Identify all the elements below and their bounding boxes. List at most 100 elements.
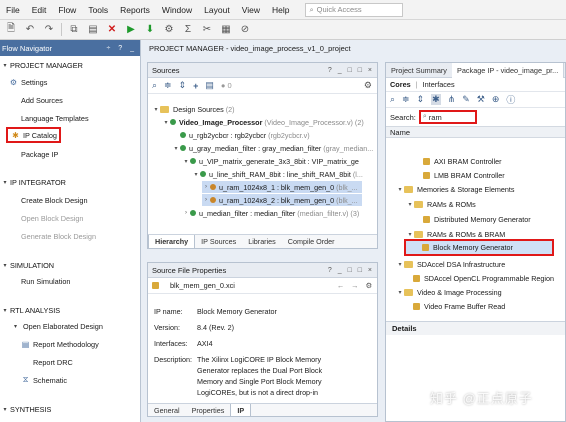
tab-interfaces[interactable]: Interfaces <box>423 80 455 89</box>
add-icon[interactable]: + <box>193 81 198 91</box>
tree-row[interactable]: ▾ u_line_shift_RAM_8bit : line_shift_RAM… <box>192 168 362 180</box>
nav-item-ip-catalog[interactable]: ✱ IP Catalog <box>6 127 61 143</box>
catalog-row[interactable]: ▾ SDAccel DSA Infrastructure <box>396 258 505 270</box>
nav-section-simulation[interactable]: ▾ SIMULATION <box>0 258 141 272</box>
program-icon[interactable]: ⬇ <box>143 23 157 37</box>
nav-item-run-simulation[interactable]: Run Simulation <box>21 274 70 288</box>
new-project-icon[interactable]: 🗎 <box>4 23 18 37</box>
tree-row[interactable]: u_rgb2ycbcr : rgb2ycbcr (rgb2ycbcr.v) <box>180 129 310 141</box>
menu-file[interactable]: File <box>0 0 26 20</box>
cut-icon[interactable]: ✂ <box>200 23 214 37</box>
tree-file: (blk_... <box>336 182 358 192</box>
tab-compile-order[interactable]: Compile Order <box>282 235 341 249</box>
tree-row-design-sources[interactable]: ▾ Design Sources (2) <box>152 103 234 115</box>
catalog-row[interactable]: Distributed Memory Generator <box>423 213 531 225</box>
catalog-row[interactable]: SDAccel OpenCL Programmable Region <box>413 272 554 284</box>
paste-icon[interactable]: ▤ <box>86 23 100 37</box>
tab-ip-sources[interactable]: IP Sources <box>195 235 242 249</box>
nav-item-schematic[interactable]: ⧖ Schematic <box>20 373 67 387</box>
catalog-row[interactable]: Video Frame Buffer Read <box>413 300 505 312</box>
wrench-icon[interactable]: ⚒ <box>477 94 485 105</box>
nav-item-report-methodology[interactable]: ▤ Report Methodology <box>20 337 99 351</box>
tree-row[interactable]: ▾ Video_Image_Processor (Video_Image_Pro… <box>162 116 363 128</box>
expand-all-icon[interactable]: ⇕ <box>417 94 425 105</box>
nav-item-language-templates[interactable]: Language Templates <box>21 111 89 125</box>
details-header[interactable]: Details <box>386 321 565 335</box>
search-icon[interactable]: ⌕ <box>390 94 395 105</box>
nav-item-open-elaborated-design[interactable]: ▾ Open Elaborated Design <box>10 319 103 333</box>
customize-icon[interactable]: ✎ <box>462 94 470 105</box>
catalog-row[interactable]: ▾ Video & Image Processing <box>396 286 501 298</box>
redo-icon[interactable]: ↷ <box>42 23 56 37</box>
sigma-icon[interactable]: Σ <box>181 23 195 37</box>
nav-section-project-manager[interactable]: ▾ PROJECT MANAGER <box>0 58 141 72</box>
delete-icon[interactable]: ✕ <box>105 23 119 37</box>
tab-cores[interactable]: Cores <box>390 80 411 89</box>
tab-ip[interactable]: IP <box>230 403 252 416</box>
tree-row[interactable]: › u_ram_1024x8_1 : blk_mem_gen_0 (blk_..… <box>202 181 362 193</box>
nav-item-settings[interactable]: ⚙ Settings <box>8 75 47 89</box>
nav-section-synthesis[interactable]: ▾ SYNTHESIS <box>0 402 141 416</box>
collapse-all-icon[interactable]: ≑ <box>402 94 410 105</box>
properties-toolbar: blk_mem_gen_0.xci ← → ⚙ <box>148 278 377 294</box>
menu-view[interactable]: View <box>236 0 266 20</box>
quick-access-input[interactable]: ⌕ Quick Access <box>305 2 404 17</box>
gear-icon[interactable]: ⚙ <box>365 281 372 290</box>
catalog-row[interactable]: LMB BRAM Controller <box>423 169 505 181</box>
menu-flow[interactable]: Flow <box>52 0 82 20</box>
menu-help[interactable]: Help <box>266 0 295 20</box>
nav-item-open-block-design[interactable]: Open Block Design <box>21 211 83 225</box>
catalog-row-label: Video Frame Buffer Read <box>424 301 506 311</box>
menu-window[interactable]: Window <box>156 0 198 20</box>
menu-reports[interactable]: Reports <box>114 0 156 20</box>
nav-item-generate-block-design[interactable]: Generate Block Design <box>21 229 96 243</box>
nav-item-add-sources[interactable]: Add Sources <box>21 93 63 107</box>
tree-row[interactable]: › u_median_filter : median_filter (media… <box>182 207 359 219</box>
tab-properties[interactable]: Properties <box>186 404 231 417</box>
panel-controls[interactable]: ? _ □ □ × <box>328 67 377 74</box>
name-column-header[interactable]: Name <box>386 126 565 138</box>
info-icon[interactable]: ⓘ <box>506 93 515 106</box>
document-icon[interactable]: ▤ <box>205 80 214 91</box>
tree-row[interactable]: › u_ram_1024x8_2 : blk_mem_gen_0 (blk_..… <box>202 194 362 206</box>
tab-hierarchy[interactable]: Hierarchy <box>148 234 196 248</box>
connect-icon[interactable]: ⋔ <box>448 94 456 105</box>
panel-controls[interactable]: ÷ ? _ <box>106 45 140 52</box>
layout-icon[interactable]: ▦ <box>219 23 233 37</box>
tab-libraries[interactable]: Libraries <box>242 235 282 249</box>
menu-tools[interactable]: Tools <box>82 0 114 20</box>
repository-icon[interactable]: ⊕ <box>492 94 500 105</box>
nav-item-label: Settings <box>21 77 48 87</box>
menu-layout[interactable]: Layout <box>198 0 236 20</box>
nav-item-report-drc[interactable]: Report DRC <box>33 355 73 369</box>
search-input[interactable]: ⌕ ram <box>418 110 477 124</box>
settings-icon[interactable]: ⚙ <box>162 23 176 37</box>
stop-icon[interactable]: ⊘ <box>238 23 252 37</box>
collapse-all-icon[interactable]: ≑ <box>164 80 172 91</box>
tab-package-ip[interactable]: Package IP - video_image_pr... <box>451 63 565 78</box>
search-icon[interactable]: ⌕ <box>152 80 157 91</box>
forward-icon[interactable]: → <box>351 281 358 290</box>
catalog-row[interactable]: ▾ RAMs & ROMs <box>406 198 475 210</box>
nav-section-ip-integrator[interactable]: ▾ IP INTEGRATOR <box>0 175 141 189</box>
undo-icon[interactable]: ↶ <box>23 23 37 37</box>
panel-controls[interactable]: ? _ □ □ × <box>328 267 377 274</box>
run-icon[interactable]: ▶ <box>124 23 138 37</box>
back-icon[interactable]: ← <box>337 281 344 290</box>
tab-general[interactable]: General <box>148 404 186 417</box>
expand-all-icon[interactable]: ⇕ <box>179 80 187 91</box>
filter-icon[interactable]: ✱ <box>431 94 441 105</box>
gear-icon[interactable]: ⚙ <box>364 80 372 91</box>
tree-row[interactable]: ▾ u_VIP_matrix_generate_3x3_8bit : VIP_m… <box>182 155 358 167</box>
catalog-row[interactable]: AXI BRAM Controller <box>423 155 502 167</box>
catalog-row-block-memory-generator[interactable]: Block Memory Generator <box>404 239 554 256</box>
nav-item-package-ip[interactable]: Package IP <box>21 147 58 161</box>
prop-label-description: Description: <box>154 355 192 364</box>
nav-section-rtl-analysis[interactable]: ▾ RTL ANALYSIS <box>0 303 141 317</box>
menu-edit[interactable]: Edit <box>26 0 53 20</box>
catalog-row[interactable]: ▾ Memories & Storage Elements <box>396 183 514 195</box>
nav-item-create-block-design[interactable]: Create Block Design <box>21 193 88 207</box>
tree-row[interactable]: ▾ u_gray_median_filter : gray_median_fil… <box>172 142 373 154</box>
tab-project-summary[interactable]: Project Summary <box>386 63 452 78</box>
copy-icon[interactable]: ⧉ <box>67 23 81 37</box>
